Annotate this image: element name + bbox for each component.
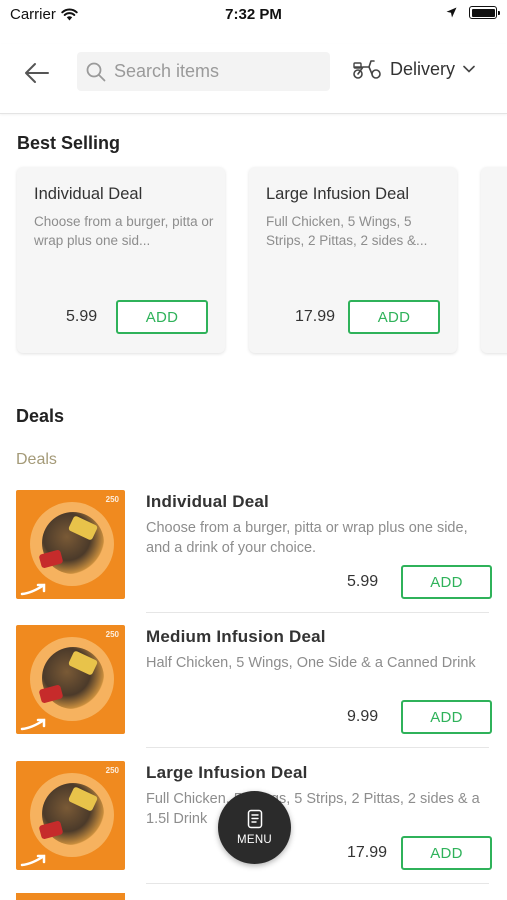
add-button[interactable]: ADD xyxy=(348,300,440,334)
thumbnail-badge: 250 xyxy=(105,630,119,639)
best-selling-card[interactable]: Large Infusion Deal Full Chicken, 5 Wing… xyxy=(249,167,457,353)
status-time: 7:32 PM xyxy=(225,6,282,23)
status-right xyxy=(446,6,500,19)
deal-description: Full Chicken, 5 Wings, 5 Strips, 2 Pitta… xyxy=(146,791,480,827)
add-button[interactable]: ADD xyxy=(401,565,492,599)
row-divider xyxy=(146,612,489,613)
add-button[interactable]: ADD xyxy=(401,836,492,870)
deal-price: 9.99 xyxy=(347,708,379,725)
top-bar: Delivery xyxy=(0,44,507,114)
search-bar[interactable] xyxy=(77,52,330,91)
best-selling-card[interactable]: Individual Deal Choose from a burger, pi… xyxy=(17,167,225,353)
best-selling-heading: Best Selling xyxy=(17,133,121,153)
delivery-selector[interactable]: Delivery xyxy=(352,58,475,80)
deal-description: Choose from a burger, pitta or wrap plus… xyxy=(146,520,468,556)
battery-icon xyxy=(469,6,500,19)
row-divider xyxy=(146,883,489,884)
card-item-name: Individual Deal xyxy=(34,185,143,203)
deal-name: Medium Infusion Deal xyxy=(146,627,326,646)
search-icon xyxy=(86,62,106,81)
deal-name: Individual Deal xyxy=(146,492,269,511)
deal-thumbnail[interactable]: 250 xyxy=(16,625,125,734)
arrow-decoration-icon xyxy=(20,718,46,731)
deal-price: 5.99 xyxy=(347,573,379,590)
deal-thumbnail-peek xyxy=(16,893,125,900)
menu-card-icon xyxy=(247,809,262,829)
menu-button-label: MENU xyxy=(236,834,273,846)
delivery-label: Delivery xyxy=(390,58,456,79)
arrow-left-icon xyxy=(25,63,49,83)
thumbnail-badge: 250 xyxy=(105,495,119,504)
location-arrow-icon xyxy=(446,7,457,18)
arrow-decoration-icon xyxy=(20,583,46,596)
deal-list-item[interactable]: 250 Medium Infusion Deal Half Chicken, 5… xyxy=(0,625,507,760)
card-item-price: 5.99 xyxy=(66,308,98,325)
thumbnail-badge: 250 xyxy=(105,766,119,775)
status-bar: Carrier 7:32 PM xyxy=(0,0,507,30)
deal-list-item[interactable]: 250 Individual Deal Choose from a burger… xyxy=(0,490,507,625)
deal-price: 17.99 xyxy=(347,844,388,861)
deal-description: Half Chicken, 5 Wings, One Side & a Cann… xyxy=(146,655,476,671)
best-selling-card-peek[interactable] xyxy=(481,167,507,353)
deal-thumbnail[interactable]: 250 xyxy=(16,490,125,599)
chevron-down-icon xyxy=(463,65,475,73)
card-item-name: Large Infusion Deal xyxy=(266,185,410,203)
search-input[interactable] xyxy=(114,61,324,82)
menu-button[interactable]: MENU xyxy=(218,791,291,864)
scooter-icon xyxy=(353,60,381,79)
row-divider xyxy=(146,747,489,748)
add-button[interactable]: ADD xyxy=(401,700,492,734)
arrow-decoration-icon xyxy=(20,854,46,867)
deal-thumbnail[interactable]: 250 xyxy=(16,761,125,870)
card-item-price: 17.99 xyxy=(295,308,336,325)
deal-name: Large Infusion Deal xyxy=(146,763,308,782)
card-item-description: Choose from a burger, pitta or wrap plus… xyxy=(34,214,214,248)
deals-subcategory-label: Deals xyxy=(16,451,57,468)
deals-heading: Deals xyxy=(16,406,65,426)
card-item-description: Full Chicken, 5 Wings, 5 Strips, 2 Pitta… xyxy=(266,214,428,248)
back-button[interactable] xyxy=(20,58,54,88)
add-button[interactable]: ADD xyxy=(116,300,208,334)
